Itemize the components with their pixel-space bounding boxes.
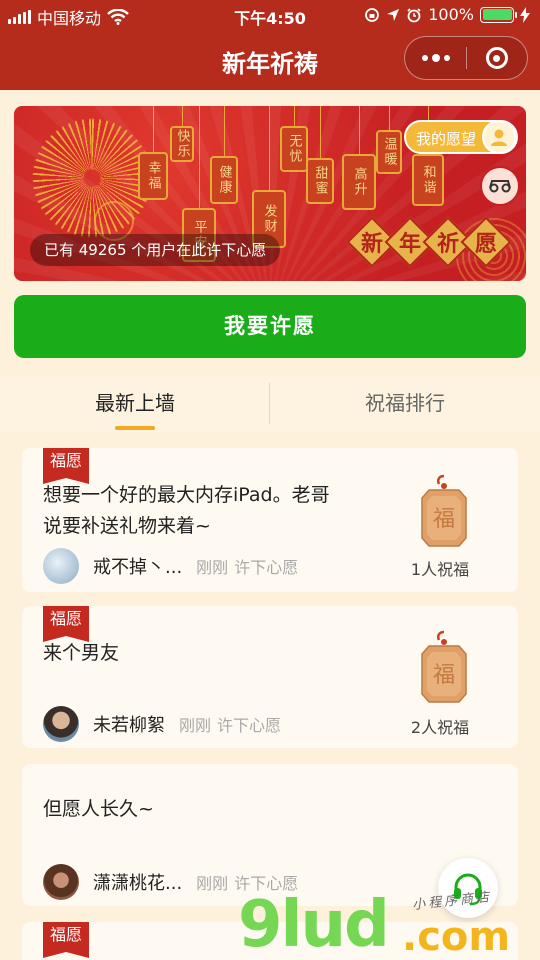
tab-ranking[interactable]: 祝福排行	[270, 375, 540, 432]
lantern-tag: 和谐	[412, 106, 444, 206]
user-icon	[482, 120, 516, 154]
nav-bar: 新年祈祷	[0, 30, 540, 90]
post-time: 刚刚	[196, 874, 229, 893]
watermark-domain: .com	[402, 914, 511, 960]
my-wish-button[interactable]: 我的愿望	[403, 120, 518, 154]
alarm-icon	[407, 7, 421, 22]
location-icon	[387, 8, 400, 21]
wish-card[interactable]: 福愿 想要一个好的最大内存iPad。老哥 说要补送礼物来着~ 戒不掉丶... 刚…	[22, 448, 518, 592]
banner-slogan: 新 年 祈 愿	[346, 216, 512, 268]
firework-decoration	[32, 118, 152, 238]
watermark-logo: 9lud	[238, 888, 390, 960]
wish-text: 但愿人长久~	[43, 798, 154, 820]
wish-card[interactable]: 福愿 来个男友 未若柳絮 刚刚 许下心愿 福 2人祝福	[22, 606, 518, 748]
wish-badge: 福愿	[43, 448, 89, 484]
wish-text: 想要一个好的最大内存iPad。老哥 说要补送礼物来着~	[43, 484, 330, 537]
blessing-plaque-icon[interactable]: 福	[419, 474, 469, 548]
wish-badge: 福愿	[43, 606, 89, 642]
my-wish-label: 我的愿望	[415, 130, 476, 148]
battery-percent: 100%	[428, 5, 474, 24]
lantern-tag: 高升	[342, 106, 376, 210]
post-time: 刚刚	[179, 716, 212, 735]
mini-program-capsule	[404, 36, 528, 80]
battery-icon	[480, 6, 517, 23]
blessing-count: 2人祝福	[410, 718, 470, 737]
post-time: 刚刚	[196, 558, 229, 577]
status-bar: 中国移动 下午4:50 100%	[0, 0, 540, 30]
lantern-tag: 甜蜜	[306, 106, 334, 204]
avatar[interactable]	[43, 706, 79, 742]
blessing-count: 1人祝福	[410, 560, 470, 579]
lantern-tag: 无忧	[280, 106, 308, 172]
more-menu-icon[interactable]	[405, 53, 466, 62]
lantern-tag: 快乐	[170, 106, 194, 162]
wish-text: 来个男友	[43, 642, 120, 664]
lantern-tag: 温暖	[376, 106, 402, 174]
new-year-banner: 快乐 幸福 健康 平安 发财 无忧 甜蜜 高升 温暖 和谐 我的愿望 已有 49…	[14, 106, 526, 281]
post-action: 许下心愿	[234, 558, 299, 577]
tab-bar: 最新上墙 祝福排行	[0, 375, 540, 432]
svg-text:福: 福	[433, 663, 455, 688]
user-count-text: 已有 49265 个用户在此许下心愿	[30, 234, 281, 266]
post-action: 许下心愿	[217, 716, 282, 735]
rotation-lock-icon	[365, 7, 380, 22]
lantern-tag: 幸福	[138, 106, 168, 200]
make-wish-button[interactable]: 我要许愿	[14, 295, 526, 358]
wish-badge: 福愿	[43, 922, 89, 958]
music-toggle-icon[interactable]	[480, 166, 520, 206]
wish-author: 未若柳絮 刚刚 许下心愿	[43, 706, 281, 742]
username[interactable]: 戒不掉丶...	[93, 553, 182, 579]
lantern-tag: 健康	[210, 106, 238, 204]
avatar[interactable]	[43, 864, 79, 900]
username[interactable]: 潇潇桃花...	[93, 869, 182, 895]
blessing-plaque-icon[interactable]: 福	[419, 630, 469, 704]
close-mini-program-icon[interactable]	[467, 47, 527, 69]
avatar[interactable]	[43, 548, 79, 584]
wish-author: 戒不掉丶... 刚刚 许下心愿	[43, 548, 298, 584]
username[interactable]: 未若柳絮	[93, 711, 165, 737]
tab-latest[interactable]: 最新上墙	[0, 375, 270, 432]
charging-icon	[520, 6, 530, 23]
svg-text:福: 福	[433, 507, 455, 532]
